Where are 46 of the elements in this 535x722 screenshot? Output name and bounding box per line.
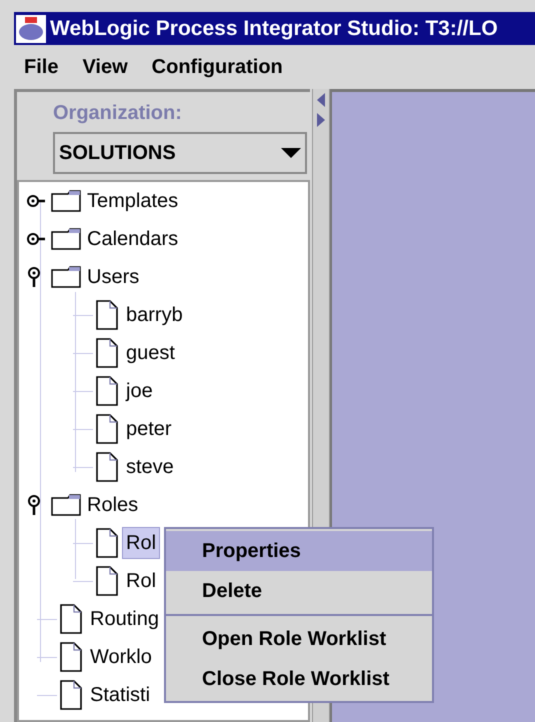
tree-folder[interactable]: Templates — [87, 186, 178, 216]
context-menu-item[interactable]: Open Role Worklist — [166, 619, 432, 659]
collapse-handle-icon[interactable] — [27, 267, 41, 287]
expand-handle-icon[interactable] — [27, 194, 45, 208]
tree-item[interactable]: Routing — [86, 603, 163, 635]
app-logo-icon — [16, 14, 46, 42]
menu-item[interactable]: Configuration — [152, 52, 283, 82]
document-icon — [96, 566, 118, 596]
document-icon — [96, 300, 118, 330]
document-icon — [96, 376, 118, 406]
dropdown-arrow-icon — [281, 148, 301, 158]
folder-icon — [51, 190, 81, 212]
expand-handle-icon[interactable] — [27, 232, 45, 246]
tree-item[interactable]: Worklo — [86, 641, 156, 673]
folder-icon — [51, 494, 81, 516]
folder-icon — [51, 228, 81, 250]
expand-right-icon[interactable] — [317, 113, 325, 127]
tree-item[interactable]: Rol — [122, 565, 160, 597]
tree-item[interactable]: joe — [122, 375, 157, 407]
organization-dropdown[interactable]: SOLUTIONS — [53, 132, 307, 174]
document-icon — [96, 414, 118, 444]
tree-folder[interactable]: Users — [87, 262, 140, 292]
context-menu-item[interactable]: Delete — [166, 571, 432, 611]
context-menu-item[interactable]: Properties — [166, 531, 432, 571]
tree-item[interactable]: peter — [122, 413, 176, 445]
tree-folder[interactable]: Calendars — [87, 224, 178, 254]
tree-item[interactable]: Rol — [122, 527, 160, 559]
context-menu-item[interactable]: Close Role Worklist — [166, 659, 432, 699]
organization-label: Organization: — [53, 101, 183, 126]
document-icon — [60, 642, 82, 672]
window-title: WebLogic Process Integrator Studio: T3://LO — [50, 16, 498, 42]
document-icon — [96, 338, 118, 368]
tree-item[interactable]: steve — [122, 451, 178, 483]
menu-item[interactable]: View — [82, 52, 128, 82]
document-icon — [60, 680, 82, 710]
collapse-handle-icon[interactable] — [27, 495, 41, 515]
tree-item[interactable]: Statisti — [86, 679, 154, 711]
tree-item[interactable]: guest — [122, 337, 179, 369]
menu-item[interactable]: File — [24, 52, 58, 82]
document-icon — [96, 452, 118, 482]
collapse-left-icon[interactable] — [317, 93, 325, 107]
tree-folder[interactable]: Roles — [87, 490, 138, 520]
folder-icon — [51, 266, 81, 288]
tree-item[interactable]: barryb — [122, 299, 187, 331]
document-icon — [96, 528, 118, 558]
document-icon — [60, 604, 82, 634]
